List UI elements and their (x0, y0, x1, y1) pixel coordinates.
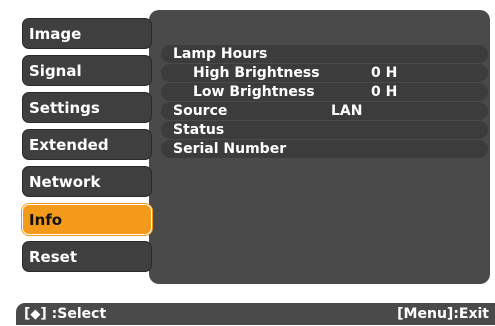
serial-number-label: Serial Number (173, 141, 287, 157)
up-down-arrow-icon: ◆ (30, 307, 41, 322)
info-row-source: Source LAN (161, 102, 488, 120)
select-hint: [◆] :Select (24, 303, 106, 326)
info-row-lamp-hours: Lamp Hours (161, 45, 488, 63)
low-brightness-label: Low Brightness (193, 84, 315, 100)
menu-item-extended[interactable]: Extended (22, 129, 152, 160)
status-label: Status (173, 122, 225, 138)
info-row-high-brightness: High Brightness 0 H (161, 64, 488, 82)
menu-item-image[interactable]: Image (22, 18, 152, 49)
high-brightness-label: High Brightness (193, 65, 320, 81)
info-row-serial-number: Serial Number (161, 140, 488, 158)
source-value: LAN (331, 103, 363, 119)
select-hint-text: ] :Select (40, 306, 107, 322)
menu-item-network[interactable]: Network (22, 166, 152, 197)
menu-item-signal[interactable]: Signal (22, 55, 152, 86)
menu-item-info[interactable]: Info (22, 204, 152, 235)
menu-item-reset[interactable]: Reset (22, 241, 152, 272)
low-brightness-value: 0 H (371, 84, 398, 100)
high-brightness-value: 0 H (371, 65, 398, 81)
info-list: Lamp Hours High Brightness 0 H Low Brigh… (161, 45, 488, 159)
info-row-low-brightness: Low Brightness 0 H (161, 83, 488, 101)
exit-hint: [Menu]:Exit (397, 306, 489, 322)
source-label: Source (173, 103, 228, 119)
menu-item-settings[interactable]: Settings (22, 92, 152, 123)
lamp-hours-label: Lamp Hours (173, 46, 268, 62)
info-row-status: Status (161, 121, 488, 139)
help-bar: [◆] :Select [Menu]:Exit (16, 303, 495, 325)
